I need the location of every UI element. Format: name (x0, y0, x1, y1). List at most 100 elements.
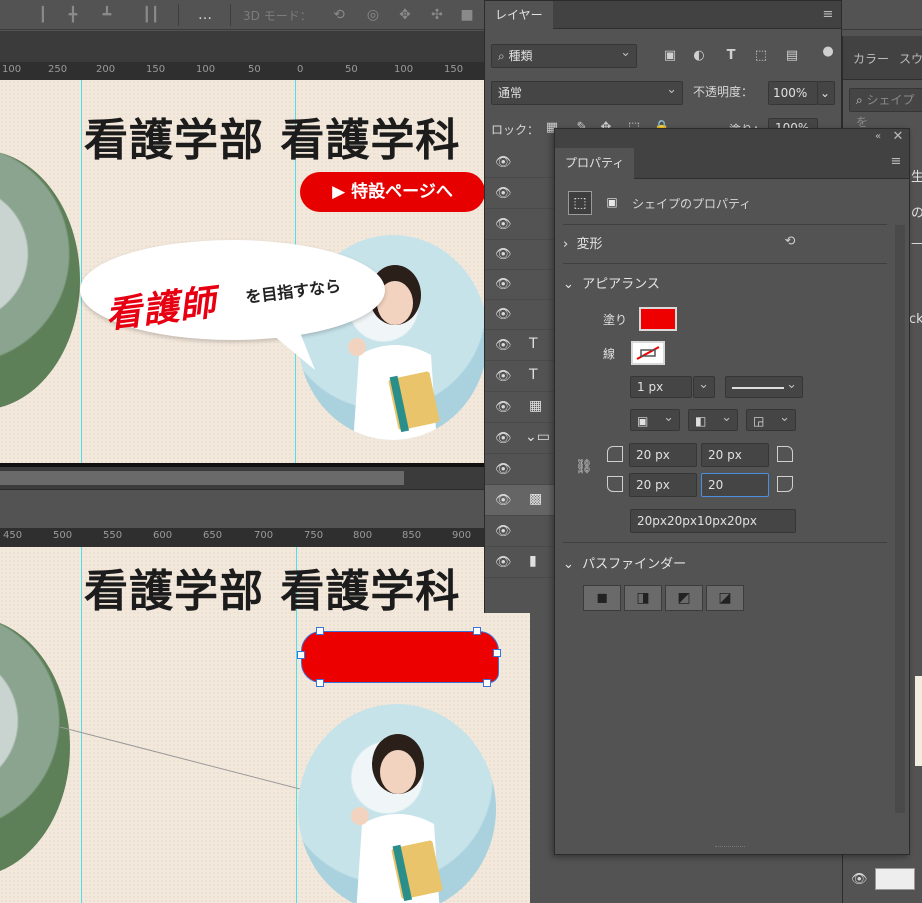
layer-row[interactable]: 👁 (485, 147, 555, 178)
eye-icon[interactable]: 👁 (495, 307, 512, 322)
transform-handle[interactable] (316, 627, 324, 635)
slide-3d-icon[interactable]: ✣ (428, 6, 446, 24)
layer-row[interactable]: 👁 ▮ (485, 547, 555, 578)
layer-row[interactable]: 👁 (485, 299, 555, 330)
pathfinder-intersect-button[interactable]: ◩ (665, 585, 703, 611)
image-filter-icon[interactable]: ▣ (661, 47, 679, 65)
transform-handle[interactable] (297, 651, 305, 659)
smart-object-filter-icon[interactable]: ▤ (783, 47, 801, 65)
eye-icon[interactable]: 👁 (495, 524, 512, 539)
reset-transform-icon[interactable]: ⟲ (781, 233, 799, 251)
link-corners-icon[interactable]: ⛓ (575, 459, 593, 475)
eye-icon[interactable]: 👁 (495, 155, 512, 170)
distribute-icon[interactable]: ┃┃ (142, 6, 160, 24)
tab-properties[interactable]: プロパティ (555, 148, 635, 179)
align-center-icon[interactable]: ╋ (64, 6, 82, 24)
filter-toggle-icon[interactable]: ● (819, 43, 837, 61)
roll-3d-icon[interactable]: ◎ (364, 6, 382, 24)
layer-list[interactable]: 👁 👁 👁 👁 👁 👁 👁 T 👁 T 👁 ▦ 👁 ⌄▭ 👁 👁 ▩ 👁 👁 ▮ (485, 147, 555, 613)
section-transform[interactable]: › 変形 (563, 233, 602, 252)
pathfinder-subtract-button[interactable]: ◨ (624, 585, 662, 611)
camera-3d-icon[interactable]: ■ (458, 6, 476, 24)
layer-row[interactable]: 👁 (485, 209, 555, 240)
stroke-cap-select[interactable]: ◧ (688, 407, 738, 431)
text-filter-icon[interactable]: T (722, 47, 740, 65)
blend-mode-select[interactable]: 通常 (491, 79, 683, 105)
layer-row[interactable]: 👁 T (485, 330, 555, 361)
layer-row[interactable]: 👁 (485, 178, 555, 209)
resize-grip[interactable] (715, 846, 745, 852)
eye-icon[interactable]: 👁 (495, 186, 512, 201)
transform-handle[interactable] (316, 679, 324, 687)
eye-icon[interactable]: 👁 (495, 400, 512, 415)
pathfinder-exclude-button[interactable]: ◪ (706, 585, 744, 611)
special-page-button[interactable]: ▶ 特設ページへ (300, 172, 484, 212)
eye-icon[interactable]: 👁 (495, 369, 512, 384)
selected-rounded-rect-shape[interactable] (301, 631, 499, 683)
tab-swatches[interactable]: スウ (899, 50, 922, 67)
stroke-align-select[interactable]: ▣ (630, 407, 680, 431)
stroke-color-swatch[interactable] (631, 341, 665, 365)
shape-filter-icon[interactable]: ⬚ (752, 47, 770, 65)
corner-tr-input[interactable]: 20 px (701, 443, 769, 467)
stroke-corner-select[interactable]: ◲ (746, 407, 796, 431)
corner-summary-field[interactable]: 20px20px10px20px (630, 509, 796, 533)
section-appearance[interactable]: ⌄ アピアランス (563, 273, 660, 292)
opacity-dropdown[interactable]: ⌄ (817, 81, 835, 105)
layer-row[interactable]: 👁 ⌄▭ (485, 423, 555, 454)
layer-row[interactable]: 👁 (485, 269, 555, 300)
eye-icon[interactable]: 👁 (495, 247, 512, 262)
shape-search-input[interactable]: ⌕ シェイプを (849, 88, 922, 129)
panel-menu-icon[interactable]: ≡ (887, 153, 905, 171)
align-bottom-icon[interactable]: ┻ (98, 6, 116, 24)
layer-row[interactable]: 👁 (485, 516, 555, 547)
ruler-tick-label: 100 (2, 64, 22, 75)
align-left-icon[interactable]: ┃ (34, 6, 52, 24)
stroke-width-input[interactable]: 1 px (630, 376, 692, 398)
collapse-icon[interactable]: « (869, 128, 887, 146)
corner-tl-input[interactable]: 20 px (629, 443, 697, 467)
stroke-type-select[interactable] (725, 374, 803, 398)
horizontal-scrollbar[interactable] (0, 467, 484, 489)
vertical-scrollbar[interactable] (895, 225, 905, 813)
canvas-top[interactable]: 看護学部 看護学科 ▶ 特設ページへ 看護師 を目指すなら (0, 80, 484, 466)
layer-row-selected[interactable]: 👁 ▩ (485, 485, 555, 516)
canvas-bottom[interactable]: 看護学部 看護学科 (0, 547, 530, 903)
layer-thumbnail-icon (875, 868, 915, 890)
pathfinder-unite-button[interactable]: ◼ (583, 585, 621, 611)
panel-menu-icon[interactable]: ≡ (819, 6, 837, 24)
layer-row[interactable]: 👁 ▦ (485, 392, 555, 423)
layer-row[interactable]: 👁 T (485, 361, 555, 392)
transform-handle[interactable] (473, 627, 481, 635)
corner-bl-input[interactable]: 20 px (629, 473, 697, 497)
scrollbar-thumb[interactable] (0, 471, 404, 485)
more-options-icon[interactable]: … (196, 6, 214, 24)
transform-handle[interactable] (493, 649, 501, 657)
eye-icon[interactable]: 👁 (495, 338, 512, 353)
eye-icon[interactable]: 👁 (495, 431, 512, 446)
layer-filter-select[interactable]: ⌕ 種類 (491, 42, 637, 68)
stroke-width-dropdown[interactable] (693, 374, 715, 398)
eye-icon[interactable]: 👁 (495, 277, 512, 292)
eye-icon[interactable]: 👁 (495, 493, 512, 508)
pan-3d-icon[interactable]: ✥ (396, 6, 414, 24)
eye-icon[interactable]: 👁 (851, 872, 868, 887)
eye-icon[interactable]: 👁 (495, 462, 512, 477)
adjustment-filter-icon[interactable]: ◐ (690, 47, 708, 65)
opacity-input[interactable]: 100% (768, 81, 818, 105)
fill-color-swatch[interactable] (639, 307, 677, 331)
layer-row[interactable]: 👁 (485, 454, 555, 485)
layer-row[interactable]: 👁 (485, 239, 555, 270)
tab-layers[interactable]: レイヤー (485, 1, 553, 29)
mask-icon[interactable]: ▣ (600, 191, 624, 215)
transform-handle[interactable] (483, 679, 491, 687)
corner-br-input[interactable]: 20 (701, 473, 769, 497)
orbit-3d-icon[interactable]: ⟲ (330, 6, 348, 24)
eye-icon[interactable]: 👁 (495, 217, 512, 232)
tab-color[interactable]: カラー (853, 50, 889, 67)
shape-properties-icon[interactable]: ⬚ (568, 191, 592, 215)
ruler-tick-label: 150 (146, 64, 166, 75)
close-icon[interactable]: ✕ (889, 128, 907, 146)
section-pathfinder[interactable]: ⌄ パスファインダー (563, 553, 686, 572)
eye-icon[interactable]: 👁 (495, 555, 512, 570)
